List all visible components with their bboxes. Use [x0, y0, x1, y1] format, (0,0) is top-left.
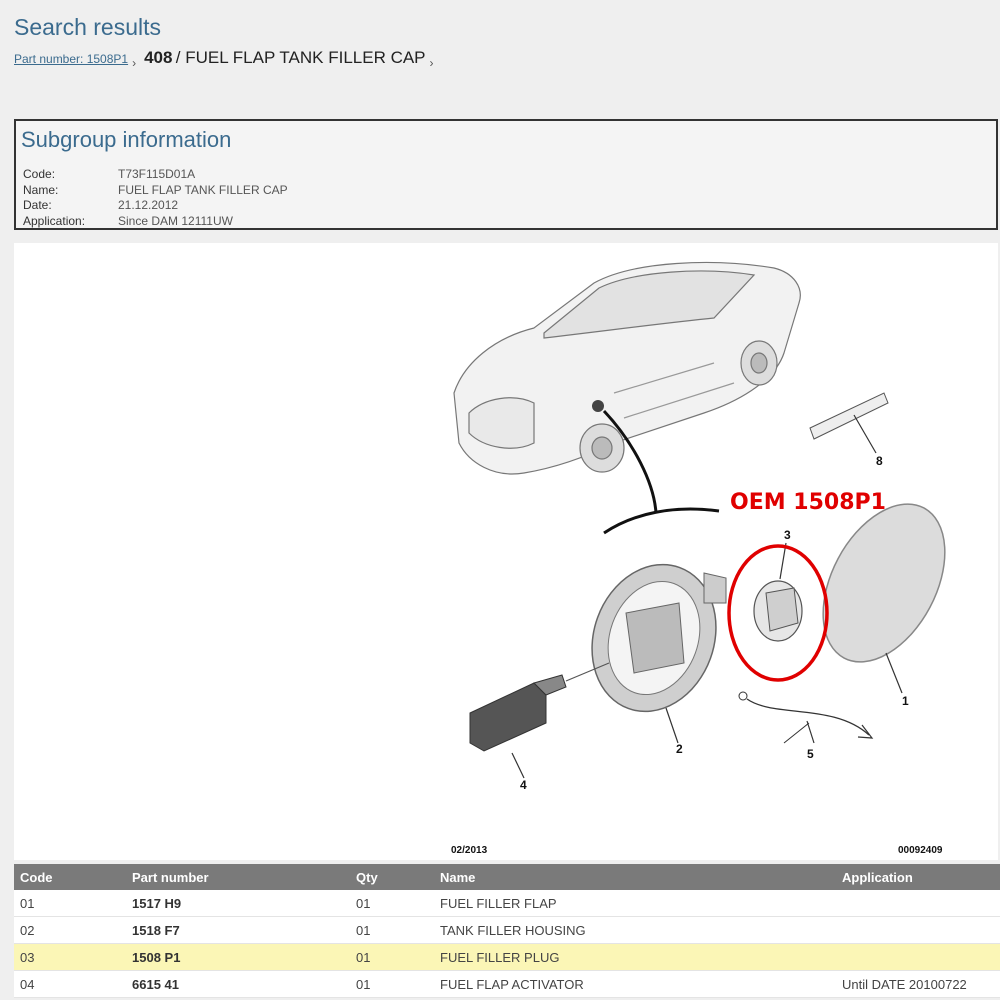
cell-qty: 01 [350, 970, 434, 998]
parts-diagram-svg: 1 2 3 4 5 8 OEM 1508P1 02/2013 00092409 [451, 261, 946, 856]
breadcrumb-group-number: 408 [144, 48, 173, 67]
table-row[interactable]: 01 1517 H9 01 FUEL FILLER FLAP [14, 890, 1000, 917]
field-label: Date: [23, 198, 52, 212]
callout-5: 5 [807, 747, 814, 761]
cell-part-number: 1517 H9 [126, 890, 350, 917]
field-value: T73F115D01A [118, 167, 196, 181]
breadcrumb-group-name: / FUEL FLAP TANK FILLER CAP [175, 48, 426, 67]
field-label: Name: [23, 182, 59, 197]
page-title: Search results [14, 14, 162, 40]
oem-annotation: OEM 1508P1 [730, 490, 886, 515]
callout-3: 3 [784, 528, 791, 542]
subgroup-title: Subgroup information [21, 127, 232, 152]
field-value: FUEL FLAP TANK FILLER CAP [118, 182, 288, 197]
subgroup-info-panel: Subgroup information Code: T73F115D01A N… [14, 119, 998, 230]
cell-code: 01 [14, 890, 126, 917]
part-2-filler-housing [591, 563, 727, 744]
cell-qty: 01 [350, 890, 434, 917]
cell-application [836, 890, 1000, 917]
cell-qty: 01 [350, 916, 434, 944]
breadcrumb: Part number: 1508P1 › 408 / FUEL FLAP TANK… [14, 48, 442, 70]
field-code: Code: T73F115D01A [23, 167, 288, 183]
part-8-label-sticker [809, 392, 889, 454]
table-row[interactable]: 02 1518 F7 01 TANK FILLER HOUSING [14, 916, 1000, 944]
column-header-qty: Qty [350, 864, 434, 890]
field-label: Application: [23, 213, 86, 228]
cell-name: FUEL FILLER FLAP [434, 890, 836, 917]
cell-code: 02 [14, 916, 126, 944]
column-header-application: Application [836, 864, 1000, 890]
part-5-release-cable [738, 691, 874, 744]
parts-table: Code Part number Qty Name Application 01… [14, 864, 1000, 998]
diagram-date-label: 02/2013 [451, 845, 488, 856]
diagram-ref-label: 00092409 [898, 845, 943, 856]
cell-name: FUEL FLAP ACTIVATOR [434, 970, 836, 998]
breadcrumb-separator-icon: › [429, 56, 434, 70]
field-value: 21.12.2012 [118, 198, 179, 212]
leader-line [603, 507, 720, 535]
callout-1: 1 [902, 694, 909, 708]
part-4-flap-activator [469, 662, 610, 779]
breadcrumb-separator-icon: › [132, 56, 137, 70]
cell-application [836, 916, 1000, 944]
field-application: Application: Since DAM 12111UW [23, 214, 288, 230]
field-value: Since DAM 12111UW [118, 213, 233, 228]
table-row-highlighted[interactable]: 03 1508 P1 01 FUEL FILLER PLUG [14, 943, 1000, 971]
column-header-code: Code [14, 864, 126, 890]
cell-part-number: 6615 41 [126, 970, 350, 998]
field-date: Date: 21.12.2012 [23, 198, 288, 214]
parts-diagram: 1 2 3 4 5 8 OEM 1508P1 02/2013 00092409 [14, 243, 998, 860]
cell-application [836, 943, 1000, 971]
cell-application: Until DATE 20100722 [836, 970, 1000, 998]
cell-part-number: 1518 F7 [126, 916, 350, 944]
cell-name: TANK FILLER HOUSING [434, 916, 836, 944]
cell-part-number: 1508 P1 [126, 943, 350, 971]
cell-code: 03 [14, 943, 126, 971]
table-row[interactable]: 04 6615 41 01 FUEL FLAP ACTIVATOR Until … [14, 970, 1000, 998]
cell-qty: 01 [350, 943, 434, 971]
column-header-part-number: Part number [126, 864, 350, 890]
column-header-name: Name [434, 864, 836, 890]
breadcrumb-part-number-link[interactable]: Part number: 1508P1 [14, 52, 128, 66]
subgroup-fields: Code: T73F115D01A Name: FUEL FLAP TANK F… [23, 167, 288, 229]
part-3-filler-plug [727, 542, 829, 682]
field-name: Name: FUEL FLAP TANK FILLER CAP [23, 183, 288, 199]
callout-4: 4 [520, 778, 527, 792]
field-label: Code: [23, 167, 56, 181]
table-header-row: Code Part number Qty Name Application [14, 864, 1000, 890]
cell-code: 04 [14, 970, 126, 998]
callout-8: 8 [876, 454, 883, 468]
cell-name: FUEL FILLER PLUG [434, 943, 836, 971]
callout-2: 2 [676, 742, 683, 756]
